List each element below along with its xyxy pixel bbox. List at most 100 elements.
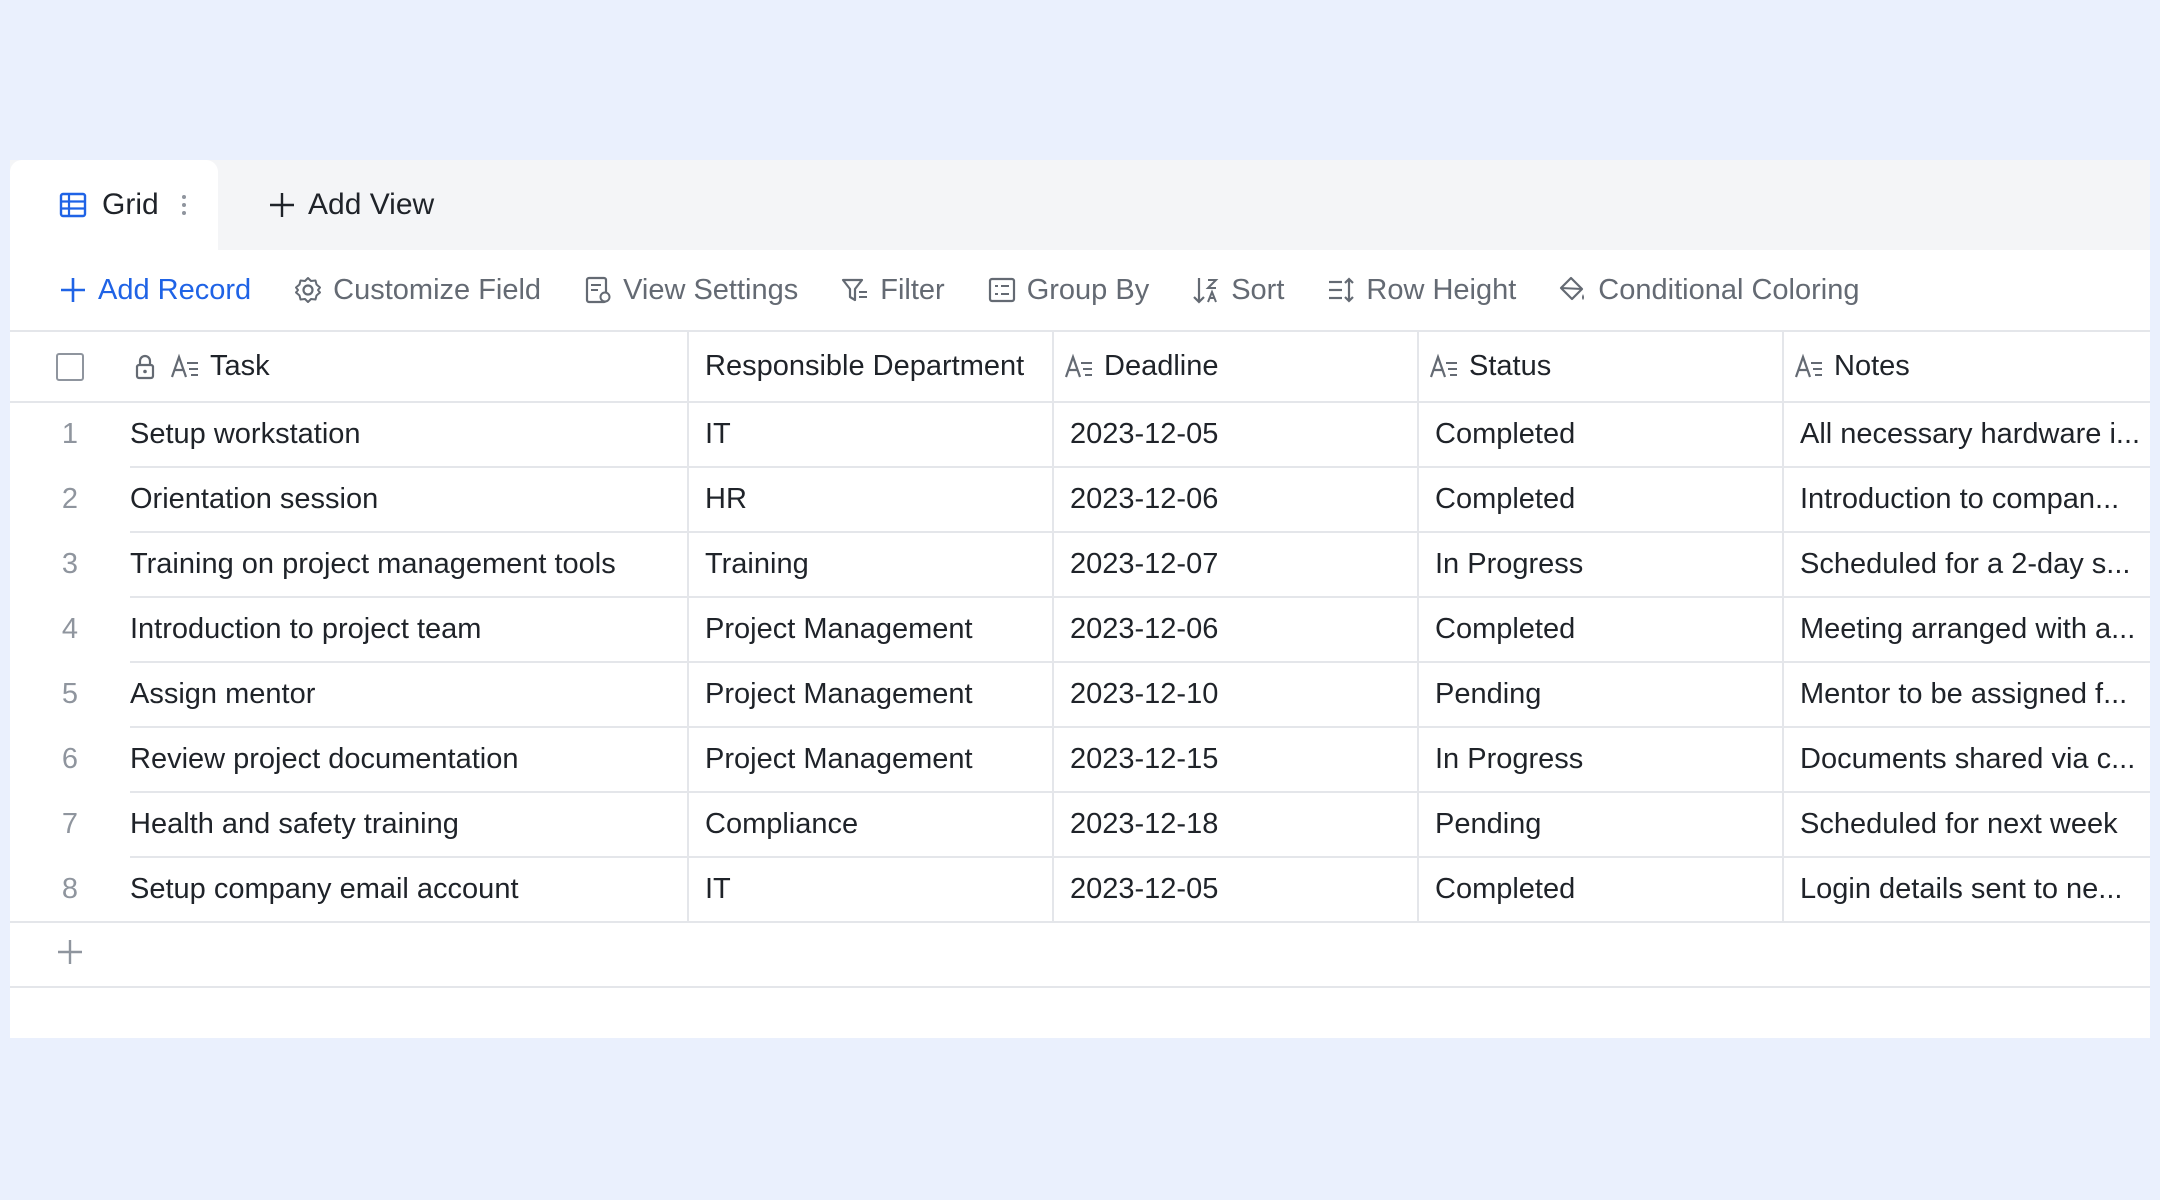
gear-icon — [293, 275, 323, 305]
table-row[interactable]: 8 Setup company email account IT 2023-12… — [10, 857, 2150, 923]
grid-icon — [58, 190, 88, 220]
view-settings-label: View Settings — [623, 273, 799, 306]
cell-deadline[interactable]: 2023-12-07 — [1052, 532, 1418, 598]
cell-task[interactable]: Review project documentation — [130, 727, 688, 793]
cell-status[interactable]: Completed — [1417, 597, 1783, 663]
column-header-label: Deadline — [1104, 350, 1219, 382]
row-height-label: Row Height — [1366, 273, 1517, 306]
select-all-checkbox[interactable] — [56, 352, 84, 381]
table-row[interactable]: 2 Orientation session HR 2023-12-06 Comp… — [10, 467, 2150, 533]
column-header-deadline[interactable]: Deadline — [1052, 332, 1418, 403]
cell-department[interactable]: Project Management — [687, 597, 1053, 663]
plus-icon — [268, 191, 296, 219]
filter-icon — [840, 275, 870, 305]
cell-department[interactable]: IT — [687, 857, 1053, 923]
cell-deadline[interactable]: 2023-12-05 — [1052, 402, 1418, 468]
table-row[interactable]: 4 Introduction to project team Project M… — [10, 597, 2150, 663]
cell-deadline[interactable]: 2023-12-18 — [1052, 792, 1418, 858]
cell-status[interactable]: Completed — [1417, 857, 1783, 923]
sort-button[interactable]: Sort — [1191, 274, 1284, 307]
text-field-icon — [170, 352, 200, 382]
cell-deadline[interactable]: 2023-12-10 — [1052, 662, 1418, 728]
cell-status[interactable]: Completed — [1417, 467, 1783, 533]
conditional-coloring-button[interactable]: Conditional Coloring — [1558, 274, 1859, 307]
add-view-button[interactable]: Add View — [218, 160, 434, 250]
cell-deadline[interactable]: 2023-12-15 — [1052, 727, 1418, 793]
cell-notes[interactable]: Scheduled for a 2-day s... — [1782, 532, 2150, 598]
row-index: 7 — [10, 792, 130, 858]
cell-notes[interactable]: Mentor to be assigned f... — [1782, 662, 2150, 728]
cell-notes[interactable]: All necessary hardware i... — [1782, 402, 2150, 468]
add-record-button[interactable]: Add Record — [58, 274, 251, 307]
cell-status[interactable]: Completed — [1417, 402, 1783, 468]
table-row[interactable]: 7 Health and safety training Compliance … — [10, 792, 2150, 858]
header-row: Task Responsible Department Deadline Sta… — [10, 332, 2150, 403]
sort-label: Sort — [1231, 273, 1285, 306]
conditional-coloring-label: Conditional Coloring — [1598, 273, 1860, 306]
grid-app: Grid Add View Add Record Customize Field — [10, 160, 2150, 1038]
cell-notes[interactable]: Scheduled for next week — [1782, 792, 2150, 858]
cell-status[interactable]: Pending — [1417, 662, 1783, 728]
table-row[interactable]: 5 Assign mentor Project Management 2023-… — [10, 662, 2150, 728]
cell-notes[interactable]: Login details sent to ne... — [1782, 857, 2150, 923]
row-index: 4 — [10, 597, 130, 663]
filter-label: Filter — [880, 273, 945, 306]
table-row[interactable]: 6 Review project documentation Project M… — [10, 727, 2150, 793]
tab-grid[interactable]: Grid — [10, 160, 218, 250]
select-all-cell — [10, 332, 130, 403]
data-grid: Task Responsible Department Deadline Sta… — [10, 332, 2150, 923]
cell-status[interactable]: In Progress — [1417, 727, 1783, 793]
group-by-label: Group By — [1026, 273, 1150, 306]
cell-task[interactable]: Health and safety training — [130, 792, 688, 858]
text-field-icon — [1064, 352, 1094, 382]
cell-deadline[interactable]: 2023-12-05 — [1052, 857, 1418, 923]
customize-field-label: Customize Field — [333, 273, 542, 306]
view-settings-icon — [583, 275, 613, 305]
row-index: 3 — [10, 532, 130, 598]
cell-department[interactable]: IT — [687, 402, 1053, 468]
cell-status[interactable]: In Progress — [1417, 532, 1783, 598]
cell-task[interactable]: Setup company email account — [130, 857, 688, 923]
cell-department[interactable]: Project Management — [687, 727, 1053, 793]
cell-status[interactable]: Pending — [1417, 792, 1783, 858]
cell-task[interactable]: Setup workstation — [130, 402, 688, 468]
row-height-button[interactable]: Row Height — [1326, 274, 1516, 307]
cell-notes[interactable]: Introduction to compan... — [1782, 467, 2150, 533]
column-header-notes[interactable]: Notes — [1782, 332, 2150, 403]
cell-task[interactable]: Orientation session — [130, 467, 688, 533]
cell-notes[interactable]: Meeting arranged with a... — [1782, 597, 2150, 663]
column-header-label: Notes — [1834, 350, 1910, 382]
row-height-icon — [1326, 275, 1356, 305]
cell-department[interactable]: HR — [687, 467, 1053, 533]
column-header-task[interactable]: Task — [130, 332, 688, 403]
cell-task[interactable]: Training on project management tools — [130, 532, 688, 598]
view-settings-button[interactable]: View Settings — [583, 274, 798, 307]
column-header-status[interactable]: Status — [1417, 332, 1783, 403]
add-record-label: Add Record — [98, 273, 252, 306]
table-row[interactable]: 3 Training on project management tools T… — [10, 532, 2150, 598]
cell-deadline[interactable]: 2023-12-06 — [1052, 597, 1418, 663]
plus-icon — [56, 938, 84, 971]
column-header-responsible-department[interactable]: Responsible Department — [687, 332, 1053, 403]
cell-task[interactable]: Assign mentor — [130, 662, 688, 728]
cell-department[interactable]: Project Management — [687, 662, 1053, 728]
filter-button[interactable]: Filter — [840, 273, 945, 307]
text-field-icon — [1429, 352, 1459, 382]
cell-deadline[interactable]: 2023-12-06 — [1052, 467, 1418, 533]
group-by-icon — [987, 275, 1017, 305]
cell-department[interactable]: Training — [687, 532, 1053, 598]
group-by-button[interactable]: Group By — [987, 273, 1150, 307]
row-index: 2 — [10, 467, 130, 533]
add-row-button[interactable] — [10, 923, 2150, 988]
cell-task[interactable]: Introduction to project team — [130, 597, 688, 663]
cell-department[interactable]: Compliance — [687, 792, 1053, 858]
sort-icon — [1191, 275, 1221, 305]
cell-notes[interactable]: Documents shared via c... — [1782, 727, 2150, 793]
column-header-label: Task — [210, 350, 270, 382]
row-index: 1 — [10, 402, 130, 468]
table-row[interactable]: 1 Setup workstation IT 2023-12-05 Comple… — [10, 402, 2150, 468]
customize-field-button[interactable]: Customize Field — [293, 274, 541, 307]
kebab-icon[interactable] — [181, 190, 187, 220]
view-tab-bar: Grid Add View — [10, 160, 2150, 250]
column-header-label: Status — [1469, 350, 1552, 382]
